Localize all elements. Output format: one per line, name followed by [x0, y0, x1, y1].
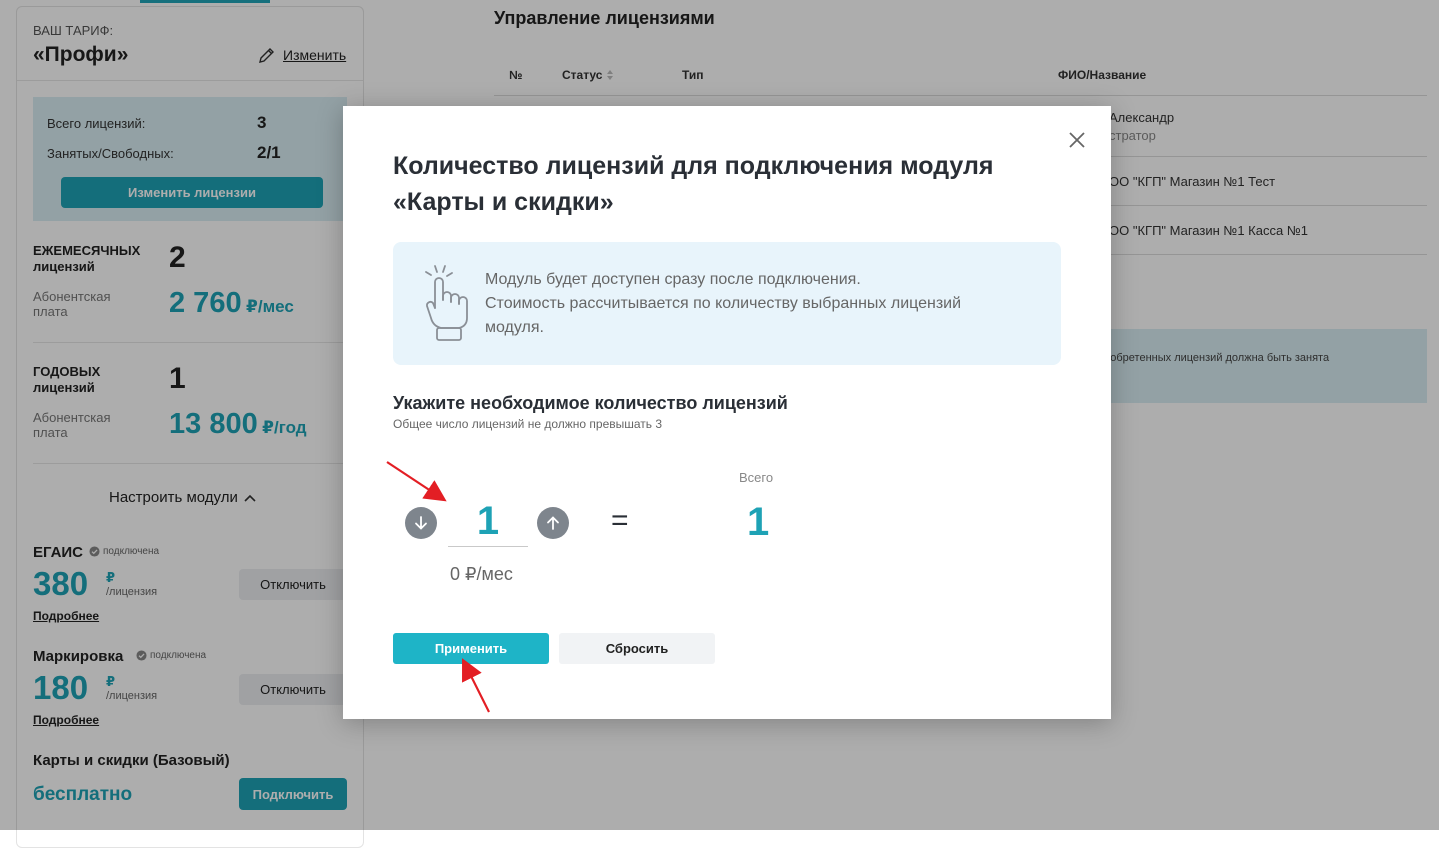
close-button[interactable] — [1067, 130, 1087, 150]
modal-title-line2: «Карты и скидки» — [393, 188, 614, 216]
close-icon — [1069, 132, 1085, 148]
modal-info-line3: модуля. — [485, 319, 544, 336]
arrow-down-icon — [415, 516, 427, 530]
increase-button[interactable] — [537, 507, 569, 539]
modal-title: Количество лицензий для подключения моду… — [393, 148, 1053, 220]
quantity-section-title: Укажите необходимое количество лицензий — [393, 393, 788, 413]
monthly-price: 0 ₽/мес — [450, 564, 513, 584]
modal-title-line1: Количество лицензий для подключения моду… — [393, 152, 994, 180]
modal-info-box: Модуль будет доступен сразу после подклю… — [393, 242, 1061, 365]
reset-button[interactable]: Сбросить — [559, 633, 715, 664]
equals-sign: = — [611, 504, 629, 537]
license-quantity-modal: Количество лицензий для подключения моду… — [343, 106, 1111, 719]
modal-info-line1: Модуль будет доступен сразу после подклю… — [485, 271, 861, 288]
modal-info-text: Модуль будет доступен сразу после подклю… — [485, 268, 1045, 340]
decrease-button[interactable] — [405, 507, 437, 539]
modal-info-line2: Стоимость рассчитывается по количеству в… — [485, 295, 962, 312]
arrow-up-icon — [547, 516, 559, 530]
quantity-input[interactable] — [448, 496, 528, 547]
pointing-hand-icon — [425, 265, 468, 341]
total-label: Всего — [739, 470, 774, 485]
quantity-section-note: Общее число лицензий не должно превышать… — [393, 417, 663, 431]
total-value: 1 — [747, 500, 770, 544]
apply-button[interactable]: Применить — [393, 633, 549, 664]
